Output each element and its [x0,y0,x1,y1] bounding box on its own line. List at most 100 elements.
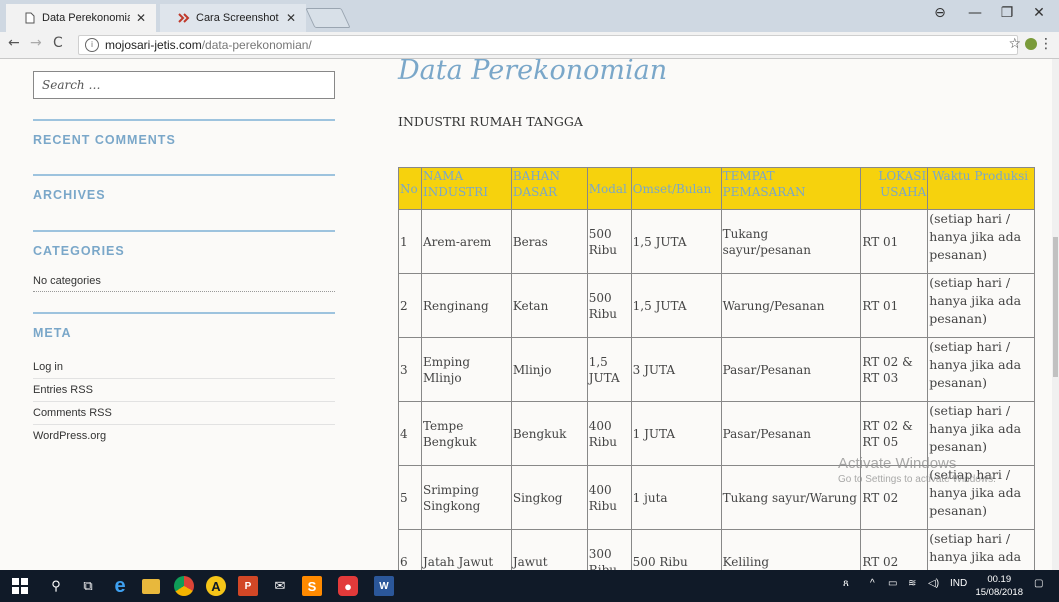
cell-modal: 300 Ribu [586,529,632,570]
header-tempat-pemasaran: TEMPAT PEMASARAN [720,167,862,210]
chrome-icon[interactable] [174,576,194,596]
cell-nama-industri: Renginang [420,273,512,338]
cell-modal: 1,5 JUTA [586,337,632,402]
table-body: 1 Arem-arem Beras 500 Ribu 1,5 JUTA Tukang sa… [398,209,1035,570]
search-input[interactable]: Search … [33,71,335,99]
cell-tempat-pemasaran: Keliling [720,529,862,570]
main-content: Data Perekonomian INDUSTRI RUMAH TANGGA … [398,59,1038,570]
task-view-icon[interactable]: ⧉ [78,576,98,596]
header-lokasi-usaha: LOKASI USAHA [860,167,929,210]
cell-no: 2 [398,273,422,338]
header-bahan-dasar: BAHAN DASAR [510,167,588,210]
media-app-icon[interactable]: ● [338,576,358,596]
web-page: Search … RECENT COMMENTS ARCHIVES CATEGO… [0,59,1059,570]
sidebar: Search … RECENT COMMENTS ARCHIVES CATEGO… [33,59,335,447]
clock[interactable]: 00.19 15/08/2018 [975,573,1023,599]
profile-icon[interactable]: ⊖ [925,5,955,21]
header-no: No [398,167,422,210]
restore-button[interactable]: ❐ [992,5,1022,21]
site-favicon-icon [178,13,190,23]
reload-icon[interactable]: C [53,35,63,51]
cell-waktu-produksi: (setiap hari / hanya jika ada pesanan) [927,209,1035,274]
meta-link-wordpress[interactable]: WordPress.org [33,425,335,447]
clock-date: 15/08/2018 [975,587,1023,598]
cell-nama-industri: Emping Mlinjo [420,337,512,402]
cell-bahan-dasar: Ketan [510,273,588,338]
forward-arrow-icon[interactable]: → [30,35,42,51]
volume-icon[interactable]: ◁) [928,578,939,589]
minimize-button[interactable]: — [960,5,990,21]
file-explorer-icon[interactable] [142,579,160,594]
battery-icon[interactable]: ▭ [888,578,897,589]
extension-icon[interactable] [1025,38,1037,50]
cell-waktu-produksi: (setiap hari / hanya jika ada pesanan) [927,337,1035,402]
cell-no: 6 [398,529,422,570]
cell-no: 5 [398,465,422,530]
section-subtitle: INDUSTRI RUMAH TANGGA [398,114,583,129]
windows-start-icon[interactable] [10,576,30,596]
back-arrow-icon[interactable]: ← [8,35,20,51]
mail-icon[interactable]: ✉ [270,576,290,596]
tray-expand-icon[interactable]: ^ [870,578,875,589]
tab-title: Cara Screenshot Panjang [196,12,280,24]
cell-modal: 400 Ribu [586,401,632,466]
industry-table: No NAMA INDUSTRI BAHAN DASAR Modal Omset… [398,167,1035,570]
clock-time: 00.19 [987,574,1012,585]
scrollbar-thumb[interactable] [1053,237,1058,377]
meta-heading: META [33,312,335,356]
cell-waktu-produksi: (setiap hari / hanya jika ada [927,529,1035,570]
meta-link-entries-rss[interactable]: Entries RSS [33,379,335,402]
word-icon[interactable]: W [374,576,394,596]
tab-close-icon[interactable]: ✕ [286,11,296,25]
watermark-line-2: Go to Settings to activate Windows. [838,474,996,485]
tab-cara-screenshot[interactable]: Cara Screenshot Panjang ✕ [160,4,306,32]
windows-taskbar: ⚲ ⧉ e A P ✉ S ● W ጸ ^ ▭ ≋ ◁) IND 00.19 1… [0,570,1059,602]
cell-modal: 500 Ribu [586,209,632,274]
cell-tempat-pemasaran: Tukang sayur/pesanan [720,209,862,274]
meta-link-log-in[interactable]: Log in [33,356,335,379]
edge-browser-icon[interactable]: e [110,575,130,597]
sublime-text-icon[interactable]: S [302,576,322,596]
language-indicator[interactable]: IND [950,578,967,589]
address-bar[interactable]: i mojosari-jetis.com/data-perekonomian/ [78,35,1018,55]
new-tab-button[interactable] [305,8,351,28]
watermark-line-1: Activate Windows [838,455,957,472]
cell-no: 3 [398,337,422,402]
cell-modal: 400 Ribu [586,465,632,530]
cell-bahan-dasar: Singkog [510,465,588,530]
activate-windows-watermark: Activate Windows Go to Settings to activ… [838,455,996,485]
meta-links: Log in Entries RSS Comments RSS WordPres… [33,356,335,447]
cell-lokasi-usaha: RT 01 [860,273,929,338]
tab-data-perekonomian[interactable]: Data Perekonomian – Pa ✕ [6,4,156,32]
page-scrollbar[interactable] [1052,59,1059,570]
cell-no: 1 [398,209,422,274]
table-header-row: No NAMA INDUSTRI BAHAN DASAR Modal Omset… [398,167,1035,210]
cell-omset: 1,5 JUTA [630,209,722,274]
table-row: 1 Arem-arem Beras 500 Ribu 1,5 JUTA Tukang sa… [398,209,1035,274]
browser-toolbar: ← → C i mojosari-jetis.com/data-perekono… [0,32,1059,59]
wifi-icon[interactable]: ≋ [908,578,916,589]
cell-bahan-dasar: Jawut [510,529,588,570]
cell-omset: 3 JUTA [630,337,722,402]
bookmark-star-icon[interactable]: ☆ [1008,36,1021,52]
menu-dots-icon[interactable]: ⋮ [1039,36,1053,52]
no-categories-text: No categories [33,275,335,292]
cell-tempat-pemasaran: Warung/Pesanan [720,273,862,338]
powerpoint-icon[interactable]: P [238,576,258,596]
close-window-button[interactable]: ✕ [1024,5,1054,21]
cell-waktu-produksi: (setiap hari / hanya jika ada pesanan) [927,273,1035,338]
cell-omset: 500 Ribu [630,529,722,570]
cell-modal: 500 Ribu [586,273,632,338]
table-row: 2 Renginang Ketan 500 Ribu 1,5 JUTA Warung/Pe… [398,273,1035,338]
site-info-icon[interactable]: i [85,38,99,52]
app-icon[interactable]: A [206,576,226,596]
notification-icon[interactable]: ▢ [1034,578,1043,589]
cell-tempat-pemasaran: Pasar/Pesanan [720,337,862,402]
search-icon[interactable]: ⚲ [46,576,66,596]
cell-lokasi-usaha: RT 02 [860,529,929,570]
url-host: mojosari-jetis.com [105,38,202,52]
meta-link-comments-rss[interactable]: Comments RSS [33,402,335,425]
people-icon[interactable]: ጸ [843,578,849,589]
cell-nama-industri: Tempe Bengkuk [420,401,512,466]
tab-close-icon[interactable]: ✕ [136,11,146,25]
